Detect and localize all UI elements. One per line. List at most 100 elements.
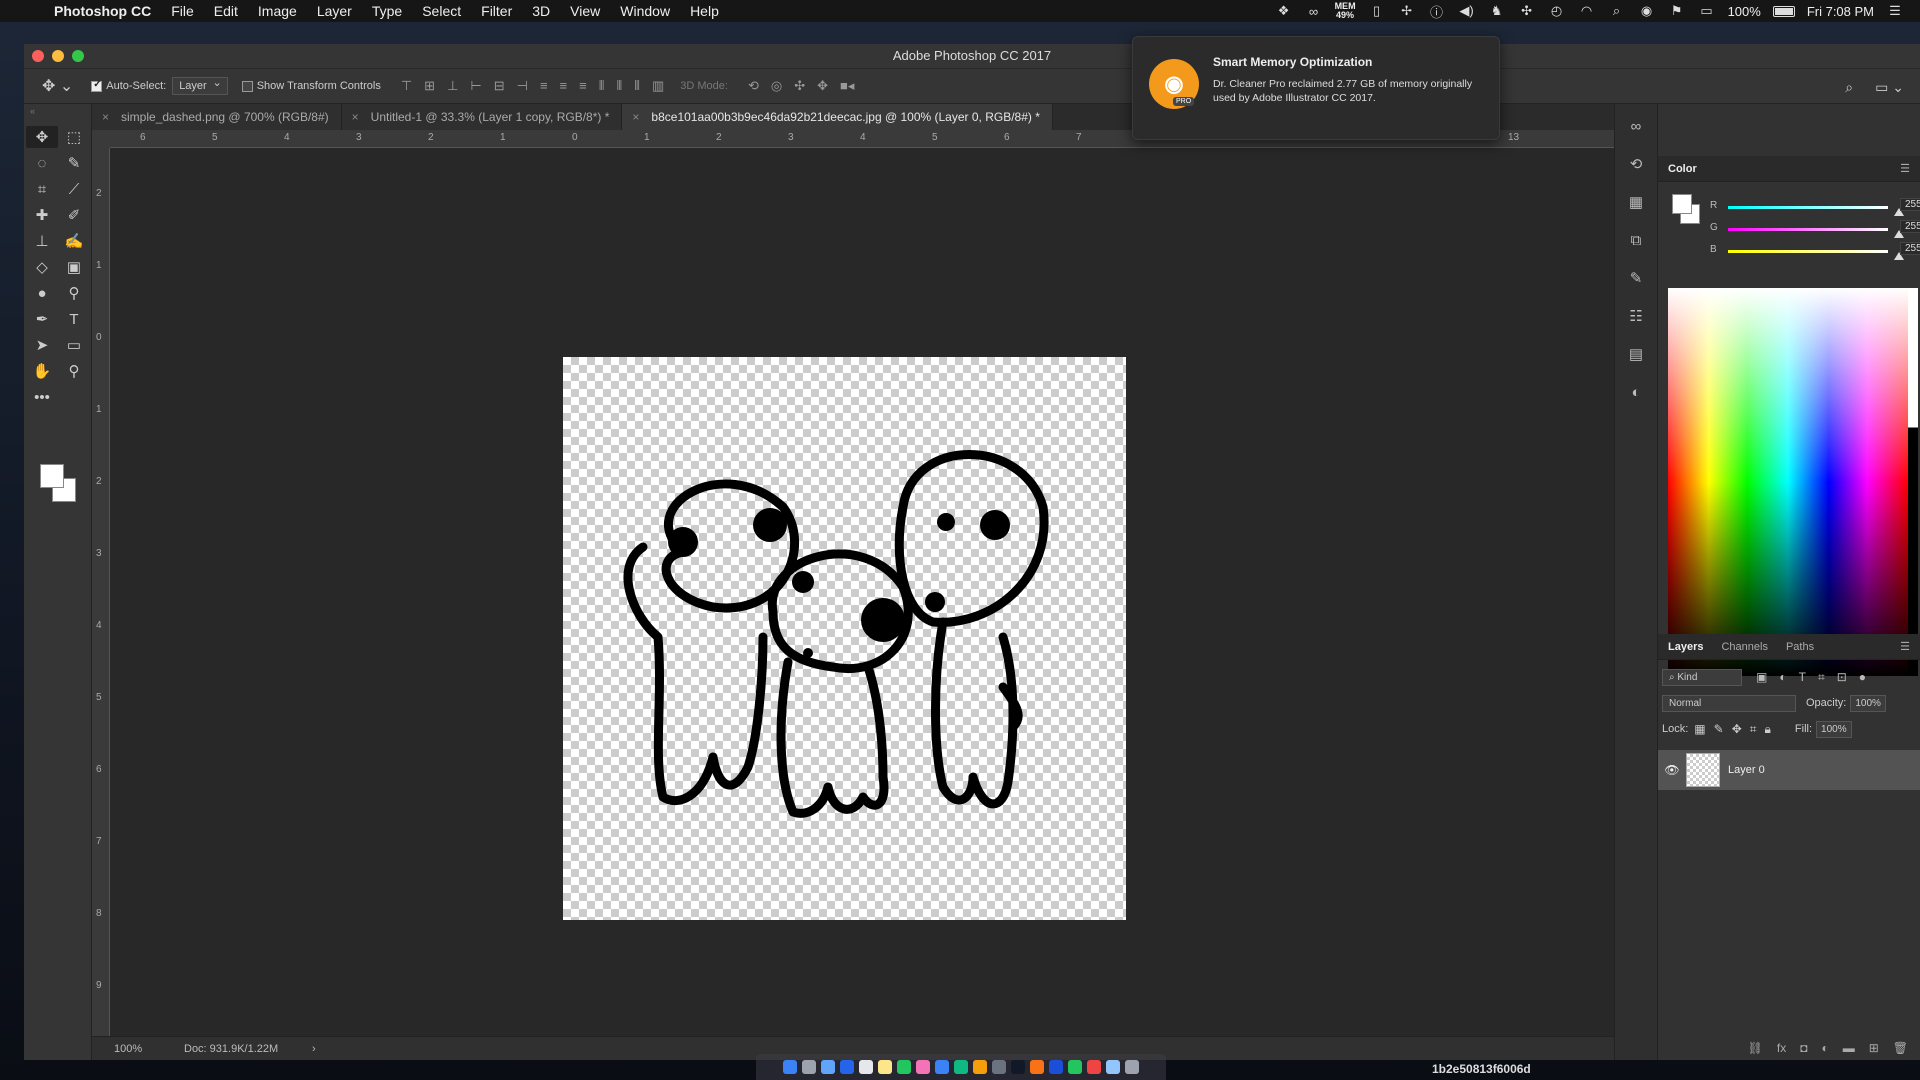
healing-brush-tool-icon[interactable]: ✚ xyxy=(26,204,58,226)
close-tab-icon[interactable]: × xyxy=(102,110,109,124)
time-machine-icon[interactable]: ◴ xyxy=(1548,3,1566,18)
distribute-left-icon[interactable]: ⦀ xyxy=(599,78,605,94)
auto-select-dropdown[interactable]: Layer xyxy=(172,76,228,95)
align-right-icon[interactable]: ⊣ xyxy=(517,78,528,94)
filter-toggle-icon[interactable]: ● xyxy=(1859,670,1866,685)
sidebar-icon[interactable]: ▯ xyxy=(1368,3,1386,18)
distribute-right-icon[interactable]: ⦀ xyxy=(634,78,640,94)
tab-paths[interactable]: Paths xyxy=(1786,641,1814,653)
lock-transparent-icon[interactable]: ▦ xyxy=(1694,722,1705,737)
clone-source-icon[interactable]: ⧉ xyxy=(1615,226,1657,256)
color-spectrum[interactable] xyxy=(1668,288,1908,676)
lock-position-icon[interactable]: ✥ xyxy=(1732,722,1742,737)
blue-slider[interactable]: B 255 xyxy=(1710,242,1920,260)
pen-tool-icon[interactable]: ✒ xyxy=(26,308,58,330)
menu-edit[interactable]: Edit xyxy=(204,3,248,19)
app-store-icon[interactable] xyxy=(840,1060,854,1074)
eyedropper-tool-icon[interactable]: ⟋ xyxy=(58,178,90,200)
hand-tool-icon[interactable]: ✋ xyxy=(26,360,58,382)
layer-thumbnail[interactable] xyxy=(1686,753,1720,787)
layer-row[interactable]: 👁︎ Layer 0 xyxy=(1658,750,1920,790)
smart-object-filter-icon[interactable]: ⊡ xyxy=(1837,670,1847,685)
messages-icon[interactable] xyxy=(897,1060,911,1074)
workspace-icon[interactable]: ▭ ⌄ xyxy=(1875,79,1904,96)
search-icon[interactable]: ⌕ xyxy=(1845,79,1853,96)
photos-icon[interactable] xyxy=(916,1060,930,1074)
align-hcenter-icon[interactable]: ⊟ xyxy=(494,78,505,94)
app-icon[interactable] xyxy=(1087,1060,1101,1074)
toolbox-collapse-icon[interactable]: « xyxy=(24,104,91,118)
info-icon[interactable]: ⓘ xyxy=(1428,4,1446,20)
layer-name[interactable]: Layer 0 xyxy=(1728,764,1765,776)
green-track[interactable] xyxy=(1728,228,1888,231)
delete-layer-icon[interactable]: 🗑︎ xyxy=(1893,1041,1908,1055)
battery-icon[interactable] xyxy=(1772,5,1795,17)
color-panel-foreground[interactable] xyxy=(1672,194,1692,214)
flag-icon[interactable]: ⚑ xyxy=(1668,3,1686,18)
fx-icon[interactable]: fx xyxy=(1777,1041,1786,1055)
blue-track[interactable] xyxy=(1728,250,1888,253)
tab-layers[interactable]: Layers xyxy=(1668,641,1703,653)
tab-simple-dashed[interactable]: × simple_dashed.png @ 700% (RGB/8#) xyxy=(92,104,342,130)
terminal-icon[interactable] xyxy=(1011,1060,1025,1074)
menu-file[interactable]: File xyxy=(161,3,204,19)
calendar-icon[interactable] xyxy=(859,1060,873,1074)
fill-input[interactable]: 100% xyxy=(1816,720,1853,738)
close-tab-icon[interactable]: × xyxy=(352,110,359,124)
wifi-icon[interactable]: ◠ xyxy=(1578,3,1596,18)
menu-view[interactable]: View xyxy=(560,3,610,19)
dropbox-icon[interactable]: ❖ xyxy=(1275,3,1293,18)
trash-icon[interactable] xyxy=(1125,1060,1139,1074)
menu-app-name[interactable]: Photoshop CC xyxy=(52,3,161,19)
crop-tool-icon[interactable]: ⌗ xyxy=(26,178,58,200)
red-slider[interactable]: R 255 xyxy=(1710,198,1920,216)
rectangle-tool-icon[interactable]: ▭ xyxy=(58,334,90,356)
system-preferences-icon[interactable] xyxy=(992,1060,1006,1074)
notification[interactable]: ◉ PRO Smart Memory Optimization Dr. Clea… xyxy=(1132,36,1500,140)
menu-image[interactable]: Image xyxy=(248,3,307,19)
menu-select[interactable]: Select xyxy=(412,3,471,19)
blur-tool-icon[interactable]: ● xyxy=(26,282,58,304)
tab-channels[interactable]: Channels xyxy=(1721,641,1767,653)
volume-icon[interactable]: ◀) xyxy=(1458,3,1476,18)
distribute-top-icon[interactable]: ≡ xyxy=(540,78,548,94)
zoom-button[interactable] xyxy=(72,50,84,62)
siri-icon[interactable]: ◉ xyxy=(1638,3,1656,18)
ruler-vertical[interactable]: 2101234567891 xyxy=(92,148,110,1036)
airplay-icon[interactable]: ▭ xyxy=(1698,3,1716,18)
move-tool-icon[interactable]: ✥ ⌄ xyxy=(42,76,73,96)
creative-cloud-icon[interactable]: ∞ xyxy=(1305,4,1323,19)
opacity-input[interactable]: 100% xyxy=(1850,694,1887,712)
document-size[interactable]: Doc: 931.9K/1.22M xyxy=(176,1043,312,1055)
tab-active-document[interactable]: × b8ce101aa00b3b9ec46da92b21deecac.jpg @ … xyxy=(622,104,1053,130)
clone-stamp-tool-icon[interactable]: ⊥ xyxy=(26,230,58,252)
sync-icon[interactable]: ✣ xyxy=(1518,3,1536,18)
history-icon[interactable]: ⟲ xyxy=(1615,150,1657,180)
zoom-tool-icon[interactable]: ⚲ xyxy=(58,360,90,382)
menu-3d[interactable]: 3D xyxy=(522,3,560,19)
align-bottom-icon[interactable]: ⊥ xyxy=(447,78,458,94)
dodge-tool-icon[interactable]: ⚲ xyxy=(58,282,90,304)
adjustment-filter-icon[interactable]: ◐ xyxy=(1779,670,1786,685)
quick-select-tool-icon[interactable]: ✎ xyxy=(58,152,90,174)
menu-filter[interactable]: Filter xyxy=(471,3,522,19)
tab-untitled-1[interactable]: × Untitled-1 @ 33.3% (Layer 1 copy, RGB/8… xyxy=(341,104,623,130)
3d-rotate-icon[interactable]: ⟲ xyxy=(748,78,759,94)
green-value[interactable]: 255 xyxy=(1900,220,1920,233)
kind-filter-dropdown[interactable]: ⌕ Kind xyxy=(1662,668,1742,686)
eraser-tool-icon[interactable]: ◇ xyxy=(26,256,58,278)
character-icon[interactable]: ▤ xyxy=(1615,340,1657,370)
foreground-color-swatch[interactable] xyxy=(40,464,64,488)
lock-all-icon[interactable]: 🔒︎ xyxy=(1765,722,1771,737)
eye-icon[interactable]: 👁︎ xyxy=(1658,763,1686,777)
more-tools-icon[interactable]: ••• xyxy=(26,386,58,408)
properties-icon[interactable]: ☷ xyxy=(1615,302,1657,332)
search-icon[interactable]: ⌕ xyxy=(1608,3,1626,18)
distribute-bottom-icon[interactable]: ≡ xyxy=(579,78,587,94)
safari-icon[interactable] xyxy=(821,1060,835,1074)
notification-center-icon[interactable]: ☰ xyxy=(1886,3,1904,18)
panel-menu-icon[interactable]: ☰ xyxy=(1900,162,1910,175)
new-layer-icon[interactable]: ⊞ xyxy=(1869,1041,1879,1055)
new-group-icon[interactable]: ▬ xyxy=(1843,1041,1855,1055)
align-vcenter-icon[interactable]: ⊞ xyxy=(424,78,435,94)
